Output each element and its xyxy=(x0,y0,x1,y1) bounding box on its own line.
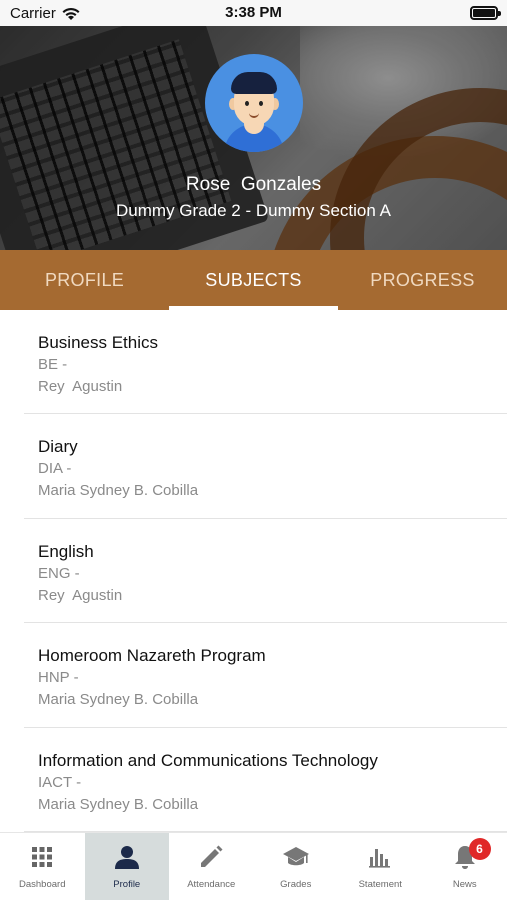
subject-teacher: Rey Agustin xyxy=(38,586,123,604)
nav-dashboard[interactable]: Dashboard xyxy=(0,833,85,900)
list-item[interactable]: Business Ethics BE - Rey Agustin xyxy=(24,310,507,415)
student-class-section: Dummy Grade 2 - Dummy Section A xyxy=(116,201,391,220)
subject-code: IACT - xyxy=(38,773,82,791)
profile-header: Rose Gonzales Dummy Grade 2 - Dummy Sect… xyxy=(0,26,507,250)
subject-title: Homeroom Nazareth Program xyxy=(38,646,266,666)
person-icon xyxy=(113,843,141,871)
subject-code: BE - xyxy=(38,356,68,373)
avatar[interactable] xyxy=(205,54,303,152)
nav-label: Profile xyxy=(113,879,141,890)
nav-label: Attendance xyxy=(187,879,236,890)
subject-teacher: Maria Sydney B. Cobilla xyxy=(38,691,199,709)
list-item[interactable]: English ENG - Rey Agustin xyxy=(24,519,507,624)
nav-grades[interactable]: Grades xyxy=(254,833,339,900)
notification-badge: 6 xyxy=(468,838,491,860)
subject-code: HNP - xyxy=(38,669,79,687)
nav-statement[interactable]: Statement xyxy=(338,833,423,900)
list-item[interactable]: Homeroom Nazareth Program HNP - Maria Sy… xyxy=(24,623,507,728)
bar-chart-icon xyxy=(366,843,394,871)
pencil-icon xyxy=(197,843,225,871)
status-time: 3:38 PM xyxy=(225,4,282,21)
nav-label: Grades xyxy=(280,879,312,890)
subject-title: Diary xyxy=(38,437,78,457)
nav-label: Dashboard xyxy=(19,879,66,890)
subject-title: English xyxy=(38,541,94,561)
nav-label: News xyxy=(452,879,477,890)
status-bar: Carrier 3:38 PM xyxy=(0,0,507,26)
subject-teacher: Maria Sydney B. Cobilla xyxy=(38,795,199,813)
subject-title: Information and Communications Technolog… xyxy=(38,750,378,770)
nav-attendance[interactable]: Attendance xyxy=(169,833,254,900)
profile-tabs: PROFILE SUBJECTS PROGRESS xyxy=(0,250,507,310)
subject-list: Business Ethics BE - Rey Agustin Diary D… xyxy=(0,310,507,832)
nav-label: Statement xyxy=(358,879,402,890)
graduation-cap-icon xyxy=(282,843,310,871)
subject-teacher: Maria Sydney B. Cobilla xyxy=(38,482,199,500)
nav-profile[interactable]: Profile xyxy=(84,833,169,900)
tab-profile[interactable]: PROFILE xyxy=(0,250,169,310)
student-name: Rose Gonzales xyxy=(185,174,322,195)
list-item[interactable]: Diary DIA - Maria Sydney B. Cobilla xyxy=(24,414,507,519)
nav-news[interactable]: 6 News xyxy=(423,833,507,900)
tab-progress[interactable]: PROGRESS xyxy=(338,250,507,310)
subject-code: ENG - xyxy=(38,564,80,582)
list-item[interactable]: Information and Communications Technolog… xyxy=(24,728,507,832)
subject-title: Business Ethics xyxy=(38,333,158,352)
subject-code: DIA - xyxy=(38,460,72,478)
grid-icon xyxy=(28,843,56,871)
tab-subjects[interactable]: SUBJECTS xyxy=(169,250,338,310)
subject-teacher: Rey Agustin xyxy=(38,378,123,395)
bottom-nav: Dashboard Profile Attendance Grades Stat… xyxy=(0,832,507,900)
battery-icon xyxy=(470,6,501,20)
